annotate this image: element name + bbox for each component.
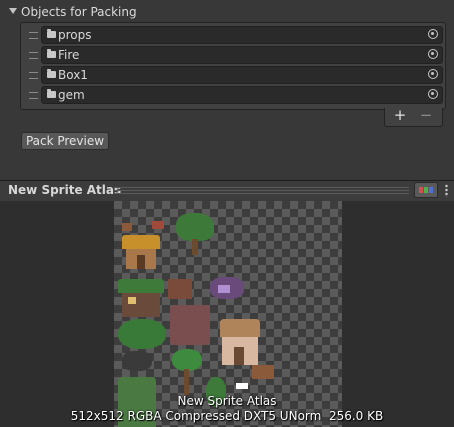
cart-sprite [252,365,274,379]
atlas-name-caption: New Sprite Atlas [177,394,277,408]
more-menu-icon[interactable] [445,184,448,197]
crates-sprite [168,279,192,299]
channel-toggle-button[interactable] [414,182,438,198]
object-field[interactable]: props [41,26,443,44]
object-field-label: gem [58,88,85,102]
palm-tree-sprite [172,349,202,395]
atlas-info-caption: 512x512 RGBA Compressed DXT5 UNorm 256.0… [70,409,384,423]
red-channel-icon [419,187,423,193]
preview-title: New Sprite Atlas [8,183,122,197]
list-item: props [21,25,445,45]
objects-for-packing-header[interactable]: Objects for Packing [0,3,454,21]
pink-house-sprite [220,319,260,365]
drag-handle-icon[interactable] [29,92,38,99]
object-picker-icon[interactable] [428,89,438,99]
remove-item-button[interactable]: − [417,106,435,124]
folder-icon [47,89,56,98]
flag-sprite [152,221,164,229]
object-field-label: Fire [58,48,80,62]
preview-header: New Sprite Atlas [0,180,454,202]
green-house-sprite [118,279,164,317]
object-field[interactable]: Box1 [41,66,443,84]
object-picker-icon[interactable] [428,49,438,59]
tree-sprite [176,213,214,255]
list-item: Fire [21,45,445,65]
object-field-label: props [58,28,92,42]
sign-sprite [236,383,248,389]
list-item: gem [21,85,445,105]
object-picker-icon[interactable] [428,29,438,39]
section-title: Objects for Packing [21,5,137,19]
gem-sprite [218,285,230,293]
object-field[interactable]: gem [41,86,443,104]
folder-icon [47,49,56,58]
folder-icon [47,29,56,38]
green-channel-icon [424,187,428,193]
blue-channel-icon [429,187,433,193]
drag-handle-icon[interactable] [29,52,38,59]
folder-icon [47,69,56,78]
pack-preview-button[interactable]: Pack Preview [21,132,109,150]
object-picker-icon[interactable] [428,69,438,79]
drag-handle-icon[interactable] [29,32,38,39]
resize-grip[interactable] [114,187,409,194]
objects-list: props Fire Box1 gem [20,22,446,110]
house-sprite [122,235,160,269]
list-add-remove: + − [384,106,443,127]
dark-tree-sprite [122,351,152,371]
object-field-label: Box1 [58,68,88,82]
drag-handle-icon[interactable] [29,72,38,79]
chair-sprite [122,223,132,231]
foldout-arrow-icon[interactable] [9,8,17,14]
object-field[interactable]: Fire [41,46,443,64]
list-item: Box1 [21,65,445,85]
bush-sprite [118,319,166,349]
barrel-sprite [170,305,210,345]
add-item-button[interactable]: + [391,106,409,124]
